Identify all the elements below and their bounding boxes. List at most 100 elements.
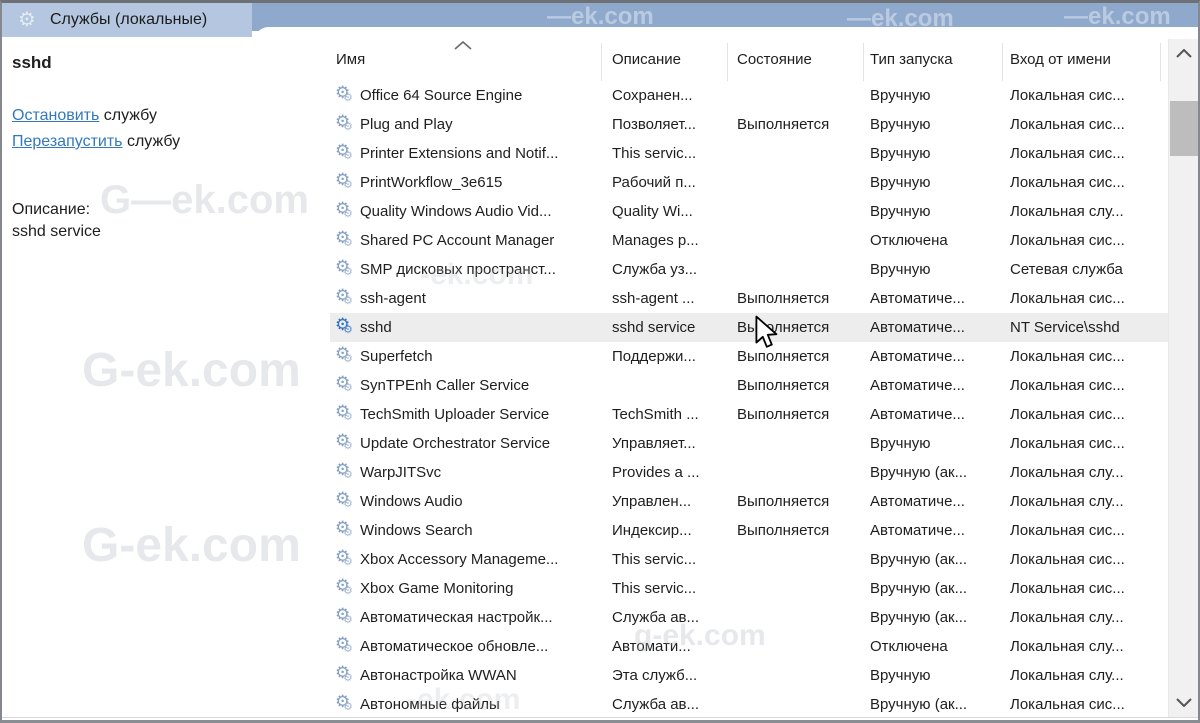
service-description: Поддержи... [612, 348, 737, 365]
service-status: Выполняется [737, 290, 870, 307]
service-name: Plug and Play [360, 116, 612, 133]
table-row[interactable]: ⚙⚙ Windows Audio Управлен... Выполняется… [330, 487, 1168, 516]
service-logon-as: Локальная сис... [1010, 232, 1168, 249]
table-row[interactable]: ⚙⚙ Plug and Play Позволяет... Выполняетс… [330, 110, 1168, 139]
service-logon-as: Локальная сис... [1010, 522, 1168, 539]
service-gear-icon: ⚙⚙ [330, 690, 360, 719]
service-gear-icon: ⚙⚙ [330, 284, 360, 313]
service-gear-icon: ⚙⚙ [330, 545, 360, 574]
column-header-name[interactable]: Имя [336, 51, 365, 68]
service-description: Индексир... [612, 522, 737, 539]
service-logon-as: Локальная слу... [1010, 609, 1168, 626]
table-row[interactable]: ⚙⚙ Shared PC Account Manager Manages p..… [330, 226, 1168, 255]
service-name: Xbox Game Monitoring [360, 580, 612, 597]
service-name: Office 64 Source Engine [360, 87, 612, 104]
service-startup-type: Вручную [870, 261, 1010, 278]
table-row[interactable]: ⚙⚙ WarpJITSvc Provides a ... Вручную (ак… [330, 458, 1168, 487]
service-gear-icon: ⚙⚙ [330, 168, 360, 197]
service-startup-type: Вручную [870, 116, 1010, 133]
service-status: Выполняется [737, 377, 870, 394]
service-gear-icon: ⚙⚙ [330, 574, 360, 603]
service-name: SynTPEnh Caller Service [360, 377, 612, 394]
table-row[interactable]: ⚙⚙ Office 64 Source Engine Сохранен... В… [330, 81, 1168, 110]
service-name: WarpJITSvc [360, 464, 612, 481]
service-startup-type: Автоматиче... [870, 377, 1010, 394]
service-startup-type: Автоматиче... [870, 348, 1010, 365]
table-row[interactable]: ⚙⚙ Автоматическая настройк... Служба ав.… [330, 603, 1168, 632]
service-startup-type: Вручную (ак... [870, 696, 1010, 713]
service-description: Служба ав... [612, 696, 737, 713]
scrollbar-thumb[interactable] [1170, 101, 1198, 156]
service-description: Управляет... [612, 435, 737, 452]
vertical-scrollbar[interactable] [1168, 39, 1199, 718]
service-gear-icon: ⚙⚙ [330, 487, 360, 516]
service-description: ssh-agent ... [612, 290, 737, 307]
service-startup-type: Вручную (ак... [870, 464, 1010, 481]
service-name: Автоматическая настройк... [360, 609, 612, 626]
table-row[interactable]: ⚙⚙ Автоматическое обновле... Автомати...… [330, 632, 1168, 661]
table-row[interactable]: ⚙⚙ Superfetch Поддержи... Выполняется Ав… [330, 342, 1168, 371]
scroll-up-icon[interactable] [1169, 45, 1199, 63]
table-row[interactable]: ⚙⚙ Update Orchestrator Service Управляет… [330, 429, 1168, 458]
table-row[interactable]: ⚙⚙ TechSmith Uploader Service TechSmith … [330, 400, 1168, 429]
column-header-startup-type[interactable]: Тип запуска [870, 51, 953, 68]
restart-service-suffix: службу [123, 133, 181, 150]
stop-service-link[interactable]: Остановить [12, 107, 99, 124]
table-row[interactable]: ⚙⚙ sshd sshd service Выполняется Автомат… [330, 313, 1168, 342]
service-gear-icon: ⚙⚙ [330, 110, 360, 139]
scroll-down-icon[interactable] [1169, 694, 1199, 712]
service-name: PrintWorkflow_3e615 [360, 174, 612, 191]
service-description: TechSmith ... [612, 406, 737, 423]
service-gear-icon: ⚙⚙ [330, 400, 360, 429]
table-row[interactable]: ⚙⚙ Автонастройка WWAN Эта служб... Вручн… [330, 661, 1168, 690]
stop-service-suffix: службу [99, 107, 157, 124]
service-logon-as: Локальная сис... [1010, 87, 1168, 104]
service-startup-type: Отключена [870, 232, 1010, 249]
table-row[interactable]: ⚙⚙ ssh-agent ssh-agent ... Выполняется А… [330, 284, 1168, 313]
service-description: Управлен... [612, 493, 737, 510]
table-row[interactable]: ⚙⚙ Windows Search Индексир... Выполняетс… [330, 516, 1168, 545]
service-name: Windows Search [360, 522, 612, 539]
service-startup-type: Автоматиче... [870, 290, 1010, 307]
table-row[interactable]: ⚙⚙ Quality Windows Audio Vid... Quality … [330, 197, 1168, 226]
service-logon-as: Локальная сис... [1010, 348, 1168, 365]
service-logon-as: Локальная сис... [1010, 551, 1168, 568]
service-logon-as: Локальная слу... [1010, 203, 1168, 220]
service-status: Выполняется [737, 522, 870, 539]
service-description: Автомати... [612, 638, 737, 655]
service-startup-type: Отключена [870, 638, 1010, 655]
service-startup-type: Автоматиче... [870, 319, 1010, 336]
restart-service-link[interactable]: Перезапустить [12, 133, 123, 150]
table-row[interactable]: ⚙⚙ Printer Extensions and Notif... This … [330, 139, 1168, 168]
table-row[interactable]: ⚙⚙ Xbox Game Monitoring This servic... В… [330, 574, 1168, 603]
service-gear-icon: ⚙⚙ [330, 661, 360, 690]
column-separator [1002, 43, 1003, 81]
service-name: Printer Extensions and Notif... [360, 145, 612, 162]
column-separator [727, 43, 728, 81]
extended-view-pane: sshd Остановить службу Перезапустить слу… [2, 39, 252, 720]
mouse-cursor [754, 315, 780, 349]
service-status: Выполняется [737, 116, 870, 133]
window-bottom-edge [2, 717, 1198, 718]
table-row[interactable]: ⚙⚙ Автономные файлы Служба ав... Вручную… [330, 690, 1168, 719]
service-logon-as: Локальная слу... [1010, 638, 1168, 655]
service-gear-icon: ⚙⚙ [330, 632, 360, 661]
description-value: sshd service [12, 221, 101, 243]
table-row[interactable]: ⚙⚙ PrintWorkflow_3e615 Рабочий п... Вруч… [330, 168, 1168, 197]
window-titlebar: ⚙ Службы (локальные) [2, 3, 252, 37]
service-gear-icon: ⚙⚙ [330, 139, 360, 168]
services-window: ⚙ Службы (локальные) sshd Остановить слу… [0, 0, 1200, 723]
service-logon-as: Локальная сис... [1010, 290, 1168, 307]
service-startup-type: Вручную [870, 145, 1010, 162]
column-header-description[interactable]: Описание [612, 51, 681, 68]
column-header-logon-as[interactable]: Вход от имени [1010, 51, 1111, 68]
service-name: sshd [360, 319, 612, 336]
service-name: Update Orchestrator Service [360, 435, 612, 452]
column-header-status[interactable]: Состояние [737, 51, 812, 68]
table-row[interactable]: ⚙⚙ Xbox Accessory Manageme... This servi… [330, 545, 1168, 574]
table-row[interactable]: ⚙⚙ SynTPEnh Caller Service Выполняется А… [330, 371, 1168, 400]
service-name: Автономные файлы [360, 696, 612, 713]
table-row[interactable]: ⚙⚙ SMP дисковых пространст... Служба уз.… [330, 255, 1168, 284]
service-gear-icon: ⚙⚙ [330, 226, 360, 255]
service-logon-as: Локальная сис... [1010, 580, 1168, 597]
